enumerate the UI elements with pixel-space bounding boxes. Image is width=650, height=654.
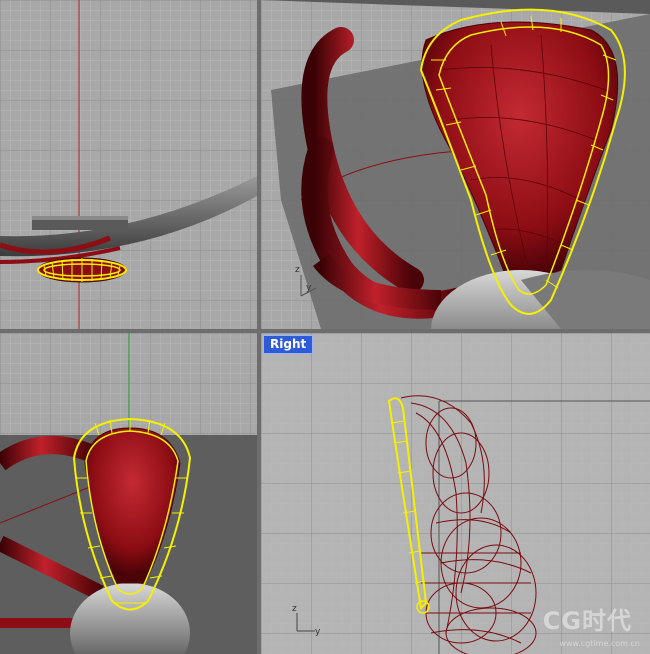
watermark-subtext: www.cgtime.com.cn xyxy=(559,639,640,648)
axis-label-y: y xyxy=(306,283,312,293)
axis-label-y: y xyxy=(315,627,321,637)
viewport-front-canvas[interactable] xyxy=(0,333,257,654)
grid-icon xyxy=(0,0,257,329)
axis-label-z: z xyxy=(292,604,297,614)
viewport-perspective-canvas[interactable] xyxy=(261,0,650,329)
viewport-perspective[interactable]: z y xyxy=(261,0,650,329)
viewport-front[interactable] xyxy=(0,333,257,654)
viewport-right[interactable]: Right z y CG时代 www.cgtime.com.cn xyxy=(261,333,650,654)
viewport-label-right[interactable]: Right xyxy=(263,335,314,354)
viewport-top[interactable] xyxy=(0,0,257,329)
viewport-top-canvas[interactable] xyxy=(0,0,257,329)
watermark-text: CG时代 xyxy=(542,607,632,635)
axis-label-z: z xyxy=(295,265,300,275)
